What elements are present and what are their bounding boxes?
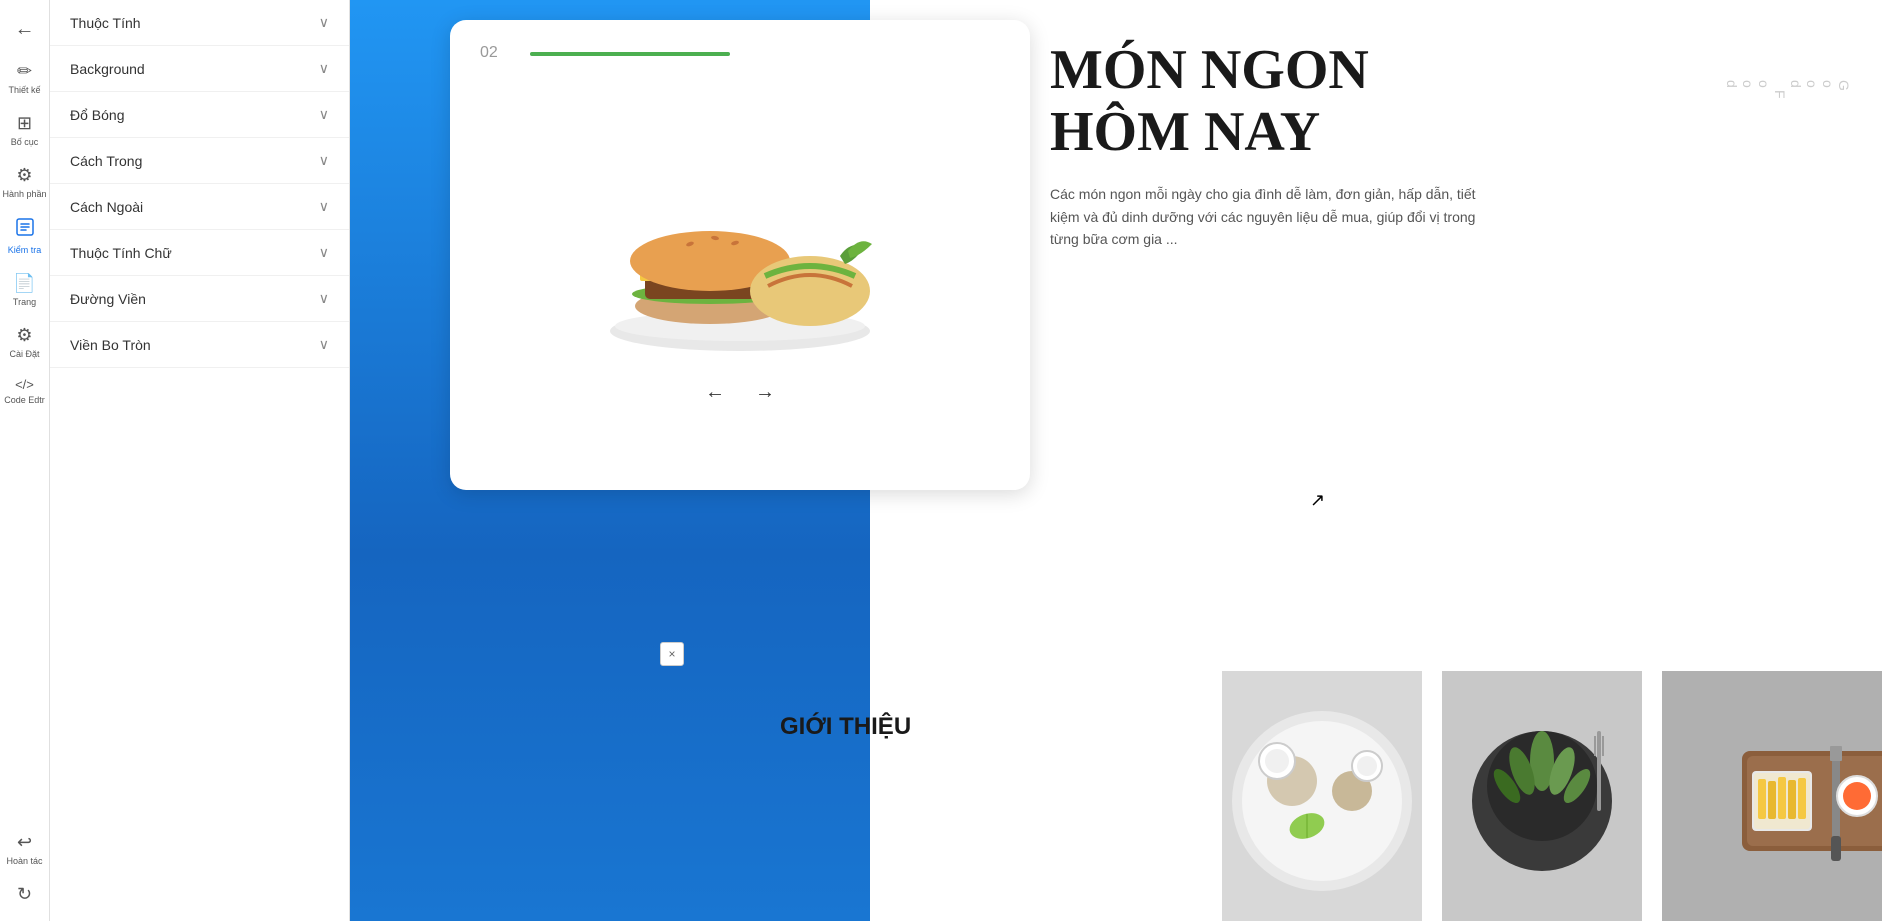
back-button[interactable]: ← [7, 10, 43, 49]
toolbar-item-hoan-tac[interactable]: ↩ Hoàn tác [3, 826, 47, 872]
hanh-phan-icon: ⚙ [16, 165, 32, 186]
preview-card[interactable]: 02 [450, 20, 1030, 490]
toolbar-item-refresh[interactable]: ↻ [3, 878, 47, 911]
nav-next-arrow[interactable]: → [755, 381, 775, 404]
toolbar-item-cai-dat[interactable]: ⚙ Cài Đặt [3, 319, 47, 365]
cach-trong-label: Cách Trong [70, 153, 142, 169]
preview-area: 02 [350, 0, 1882, 921]
slide-line [530, 52, 730, 56]
vertical-decorative-text: G o o d F o o d [1724, 80, 1852, 101]
preview-right-content: MÓN NGON HÔM NAY Các món ngon mỗi ngày c… [1050, 40, 1490, 250]
toolbar-item-bo-cuc[interactable]: ⊞ Bố cục [3, 107, 47, 153]
sidebar-item-thuoc-tinh[interactable]: Thuộc Tính ∨ [50, 0, 349, 46]
food-image [600, 146, 880, 356]
do-bong-label: Đổ Bóng [70, 107, 124, 123]
sidebar-item-do-bong[interactable]: Đổ Bóng ∨ [50, 92, 349, 138]
preview-title: MÓN NGON HÔM NAY [1050, 40, 1490, 163]
cach-ngoai-chevron: ∨ [319, 198, 329, 215]
preview-title-line2: HÔM NAY [1050, 102, 1490, 164]
code-edtr-icon: </> [15, 377, 34, 392]
x-close-button[interactable]: × [660, 642, 684, 666]
vien-bo-tron-label: Viền Bo Tròn [70, 337, 151, 353]
sidebar-item-vien-bo-tron[interactable]: Viền Bo Tròn ∨ [50, 322, 349, 368]
thiet-ke-label: Thiết kế [8, 85, 40, 95]
slide-number: 02 [480, 44, 498, 62]
hoan-tac-icon: ↩ [17, 832, 32, 853]
cai-dat-icon: ⚙ [16, 325, 32, 346]
sidebar-item-duong-vien[interactable]: Đường Viền ∨ [50, 276, 349, 322]
hoan-tac-label: Hoàn tác [6, 856, 42, 866]
vien-bo-tron-chevron: ∨ [319, 336, 329, 353]
toolbar-item-kiem-tra[interactable]: Kiểm tra [3, 211, 47, 261]
main-content: 02 [350, 0, 1882, 921]
bottom-photo-1 [1222, 671, 1442, 921]
sidebar-item-background[interactable]: Background ∨ [50, 46, 349, 92]
cach-ngoai-label: Cách Ngoài [70, 199, 143, 215]
thiet-ke-icon: ✏ [17, 61, 32, 82]
toolbar-item-trang[interactable]: 📄 Trang [3, 267, 47, 313]
preview-description: Các món ngon mỗi ngày cho gia đình dễ là… [1050, 183, 1490, 250]
thuoc-tinh-chu-chevron: ∨ [319, 244, 329, 261]
bottom-photo-2 [1442, 671, 1662, 921]
toolbar-item-thiet-ke[interactable]: ✏ Thiết kế [3, 55, 47, 101]
gioi-thieu-heading: GIỚI THIỆU [780, 713, 911, 741]
sidebar-item-thuoc-tinh-chu[interactable]: Thuộc Tính Chữ ∨ [50, 230, 349, 276]
toolbar-item-code-edtr[interactable]: </> Code Edtr [3, 371, 47, 411]
trang-icon: 📄 [13, 273, 35, 294]
cach-trong-chevron: ∨ [319, 152, 329, 169]
cai-dat-label: Cài Đặt [9, 349, 39, 359]
hanh-phan-label: Hành phần [2, 189, 46, 199]
cursor-indicator: ↗ [1310, 490, 1325, 511]
kiem-tra-icon [15, 217, 35, 242]
duong-vien-chevron: ∨ [319, 290, 329, 307]
thuoc-tinh-label: Thuộc Tính [70, 15, 141, 31]
background-label: Background [70, 61, 145, 77]
refresh-icon: ↻ [17, 884, 32, 905]
toolbar-bottom: ↩ Hoàn tác ↻ [3, 826, 47, 911]
bottom-photo-3 [1662, 671, 1882, 921]
bottom-photos [1222, 671, 1882, 921]
sidebar-item-cach-ngoai[interactable]: Cách Ngoài ∨ [50, 184, 349, 230]
kiem-tra-label: Kiểm tra [8, 245, 42, 255]
preview-title-line1: MÓN NGON [1050, 40, 1490, 102]
nav-arrows: ← → [705, 381, 775, 404]
toolbar-item-hanh-phan[interactable]: ⚙ Hành phần [3, 159, 47, 205]
code-edtr-label: Code Edtr [4, 395, 45, 405]
left-toolbar: ← ✏ Thiết kế ⊞ Bố cục ⚙ Hành phần Kiểm t… [0, 0, 50, 921]
thuoc-tinh-chevron: ∨ [319, 14, 329, 31]
sidebar-item-cach-trong[interactable]: Cách Trong ∨ [50, 138, 349, 184]
do-bong-chevron: ∨ [319, 106, 329, 123]
nav-prev-arrow[interactable]: ← [705, 381, 725, 404]
bo-cuc-icon: ⊞ [17, 113, 32, 134]
bo-cuc-label: Bố cục [11, 137, 39, 147]
duong-vien-label: Đường Viền [70, 291, 146, 307]
sidebar-panel: Thuộc Tính ∨ Background ∨ Đổ Bóng ∨ Cách… [50, 0, 350, 921]
trang-label: Trang [13, 297, 36, 307]
background-chevron: ∨ [319, 60, 329, 77]
thuoc-tinh-chu-label: Thuộc Tính Chữ [70, 245, 172, 261]
